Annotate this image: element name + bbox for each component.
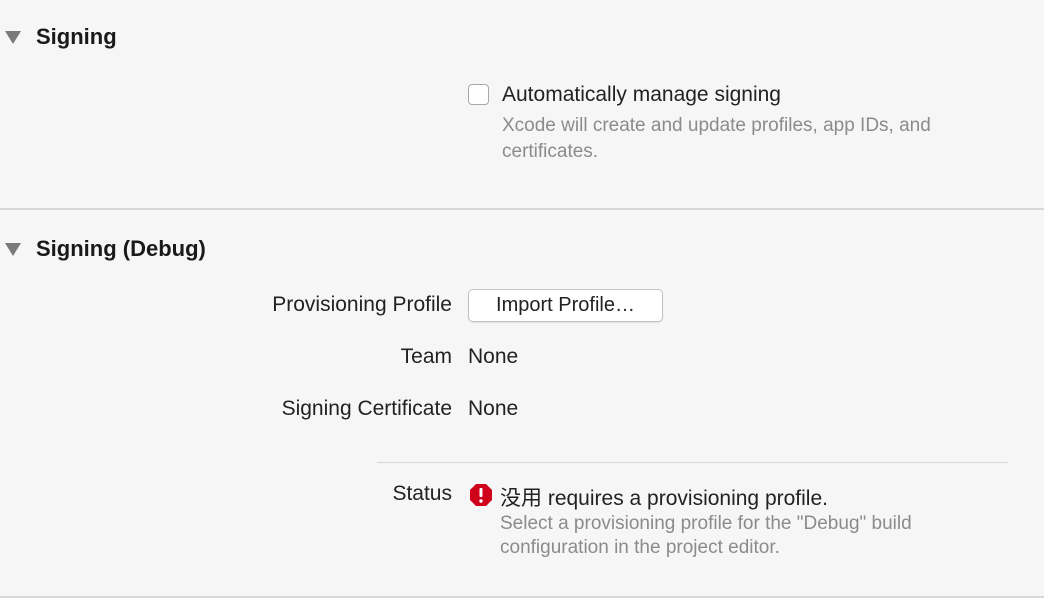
status-label: Status <box>392 482 452 505</box>
team-label: Team <box>400 345 452 368</box>
auto-manage-signing-description-line1: Xcode will create and update profiles, a… <box>502 115 931 136</box>
auto-manage-signing-description-line2: certificates. <box>502 141 599 162</box>
signing-section-header[interactable]: Signing <box>0 22 300 52</box>
status-detail-line1: Select a provisioning profile for the "D… <box>500 513 912 534</box>
provisioning-profile-label: Provisioning Profile <box>272 293 452 316</box>
status-detail-line2: configuration in the project editor. <box>500 537 780 558</box>
section-title-signing-debug: Signing (Debug) <box>36 236 206 261</box>
status-message: 没用 requires a provisioning profile. <box>500 487 828 510</box>
disclosure-triangle-icon[interactable] <box>5 243 21 256</box>
signing-certificate-value: None <box>468 397 519 420</box>
disclosure-triangle-icon[interactable] <box>5 31 21 44</box>
signing-certificate-label: Signing Certificate <box>281 397 452 420</box>
auto-manage-signing-checkbox[interactable] <box>468 84 489 105</box>
section-title-signing: Signing <box>36 24 117 49</box>
section-divider <box>0 208 1044 210</box>
error-icon <box>470 484 492 506</box>
signing-debug-section-header[interactable]: Signing (Debug) <box>0 234 300 264</box>
import-profile-button[interactable]: Import Profile… <box>468 289 663 322</box>
team-value: None <box>468 345 519 368</box>
auto-manage-signing-label[interactable]: Automatically manage signing <box>502 83 781 107</box>
status-divider <box>377 462 1008 463</box>
